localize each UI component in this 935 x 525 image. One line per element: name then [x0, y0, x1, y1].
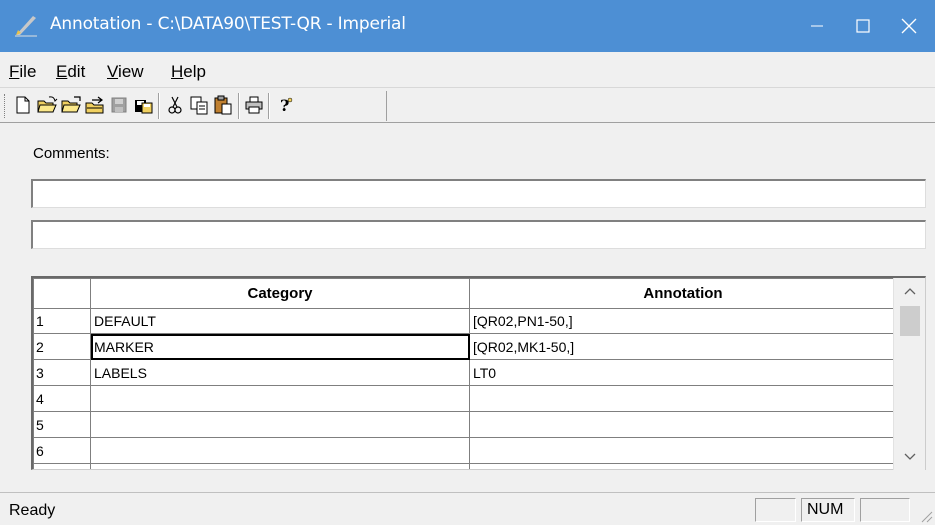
- scroll-down-button[interactable]: [894, 444, 925, 470]
- maximize-icon: [856, 19, 870, 33]
- status-bar: Ready NUM: [0, 492, 935, 525]
- row-number[interactable]: 3: [33, 359, 91, 386]
- status-text: Ready: [9, 502, 56, 519]
- category-cell-selected[interactable]: MARKER: [90, 333, 470, 360]
- app-pen-icon: [15, 16, 37, 37]
- category-cell[interactable]: [90, 463, 470, 469]
- maximize-button[interactable]: [840, 0, 886, 52]
- comment-line-1-field[interactable]: [31, 179, 926, 208]
- table-row: 6: [33, 437, 897, 464]
- browse-folder-icon[interactable]: [84, 94, 106, 116]
- status-pane-scroll: [860, 498, 910, 522]
- save-icon[interactable]: [108, 94, 130, 116]
- menu-view[interactable]: View: [107, 62, 144, 82]
- close-button[interactable]: [886, 0, 932, 52]
- menu-file[interactable]: File: [9, 62, 36, 82]
- copy-icon[interactable]: [188, 94, 210, 116]
- help-icon[interactable]: ?: [274, 94, 296, 116]
- menu-file-key: F: [9, 62, 20, 81]
- table-row: 7: [33, 463, 897, 469]
- toolbar-grip[interactable]: [4, 94, 7, 118]
- minimize-button[interactable]: [794, 0, 840, 52]
- category-cell[interactable]: [90, 385, 470, 412]
- menu-edit-rest: dit: [67, 62, 86, 81]
- category-column-header[interactable]: Category: [90, 278, 470, 309]
- annotation-cell[interactable]: [QR02,MK1-50,]: [469, 333, 897, 360]
- title-bar: Annotation - C:\DATA90\TEST-QR - Imperia…: [0, 0, 935, 52]
- resize-grip-icon[interactable]: [919, 509, 933, 523]
- cut-icon[interactable]: [164, 94, 186, 116]
- paste-icon[interactable]: [212, 94, 234, 116]
- annotation-table: Category Annotation 1 DEFAULT [QR02,PN1-…: [33, 278, 897, 469]
- open-folder-icon[interactable]: [36, 94, 58, 116]
- menu-view-key: V: [107, 62, 119, 81]
- table-row: 4: [33, 385, 897, 412]
- print-icon[interactable]: [243, 94, 265, 116]
- close-icon: [901, 18, 917, 34]
- toolbar: ?: [0, 89, 935, 123]
- annotation-column-header[interactable]: Annotation: [469, 278, 897, 309]
- category-cell[interactable]: DEFAULT: [90, 308, 470, 334]
- annotation-cell[interactable]: [QR02,PN1-50,]: [469, 308, 897, 334]
- toolbar-separator: [268, 93, 270, 119]
- row-number[interactable]: 6: [33, 437, 91, 464]
- scroll-thumb[interactable]: [900, 306, 920, 336]
- table-row: 5: [33, 411, 897, 438]
- chevron-down-icon: [904, 453, 915, 460]
- table-row: 3 LABELS LT0: [33, 359, 897, 386]
- category-cell[interactable]: [90, 411, 470, 438]
- toolbar-end-separator: [386, 91, 387, 121]
- open-folder-alt-icon[interactable]: [60, 94, 82, 116]
- table-row: 1 DEFAULT [QR02,PN1-50,]: [33, 308, 897, 334]
- row-number[interactable]: 2: [33, 333, 91, 360]
- row-number[interactable]: 1: [33, 308, 91, 334]
- annotation-cell[interactable]: [469, 385, 897, 412]
- toolbar-separator: [238, 93, 240, 119]
- menu-bar: File Edit View Help: [0, 52, 935, 88]
- annotation-cell[interactable]: [469, 463, 897, 469]
- grid-header-row: Category Annotation: [33, 278, 897, 309]
- toolbar-separator: [158, 93, 160, 119]
- scroll-up-button[interactable]: [894, 278, 925, 304]
- annotation-cell[interactable]: [469, 411, 897, 438]
- menu-help-key: H: [171, 62, 184, 81]
- menu-file-rest: ile: [19, 62, 37, 81]
- annotation-grid[interactable]: Category Annotation 1 DEFAULT [QR02,PN1-…: [31, 276, 926, 470]
- minimize-icon: [811, 25, 823, 27]
- category-cell[interactable]: LABELS: [90, 359, 470, 386]
- comment-line-2-field[interactable]: [31, 220, 926, 249]
- row-number[interactable]: 4: [33, 385, 91, 412]
- menu-help[interactable]: Help: [171, 62, 206, 82]
- menu-edit[interactable]: Edit: [56, 62, 85, 82]
- row-number-header[interactable]: [33, 278, 91, 309]
- menu-help-rest: elp: [183, 62, 206, 81]
- menu-view-rest: iew: [118, 62, 144, 81]
- save-as-icon[interactable]: [132, 94, 154, 116]
- category-cell[interactable]: [90, 437, 470, 464]
- status-pane-caps: [755, 498, 796, 522]
- menu-edit-key: E: [56, 62, 68, 81]
- row-number[interactable]: 5: [33, 411, 91, 438]
- table-row: 2 MARKER [QR02,MK1-50,]: [33, 333, 897, 360]
- status-pane-num: NUM: [801, 498, 855, 522]
- chevron-up-icon: [904, 288, 915, 295]
- grid-vertical-scrollbar[interactable]: [893, 278, 925, 470]
- row-number[interactable]: 7: [33, 463, 91, 469]
- annotation-cell[interactable]: [469, 437, 897, 464]
- annotation-cell[interactable]: LT0: [469, 359, 897, 386]
- svg-text:?: ?: [280, 96, 289, 115]
- new-file-icon[interactable]: [12, 94, 34, 116]
- window-title: Annotation - C:\DATA90\TEST-QR - Imperia…: [50, 14, 406, 34]
- comments-label: Comments:: [33, 145, 110, 162]
